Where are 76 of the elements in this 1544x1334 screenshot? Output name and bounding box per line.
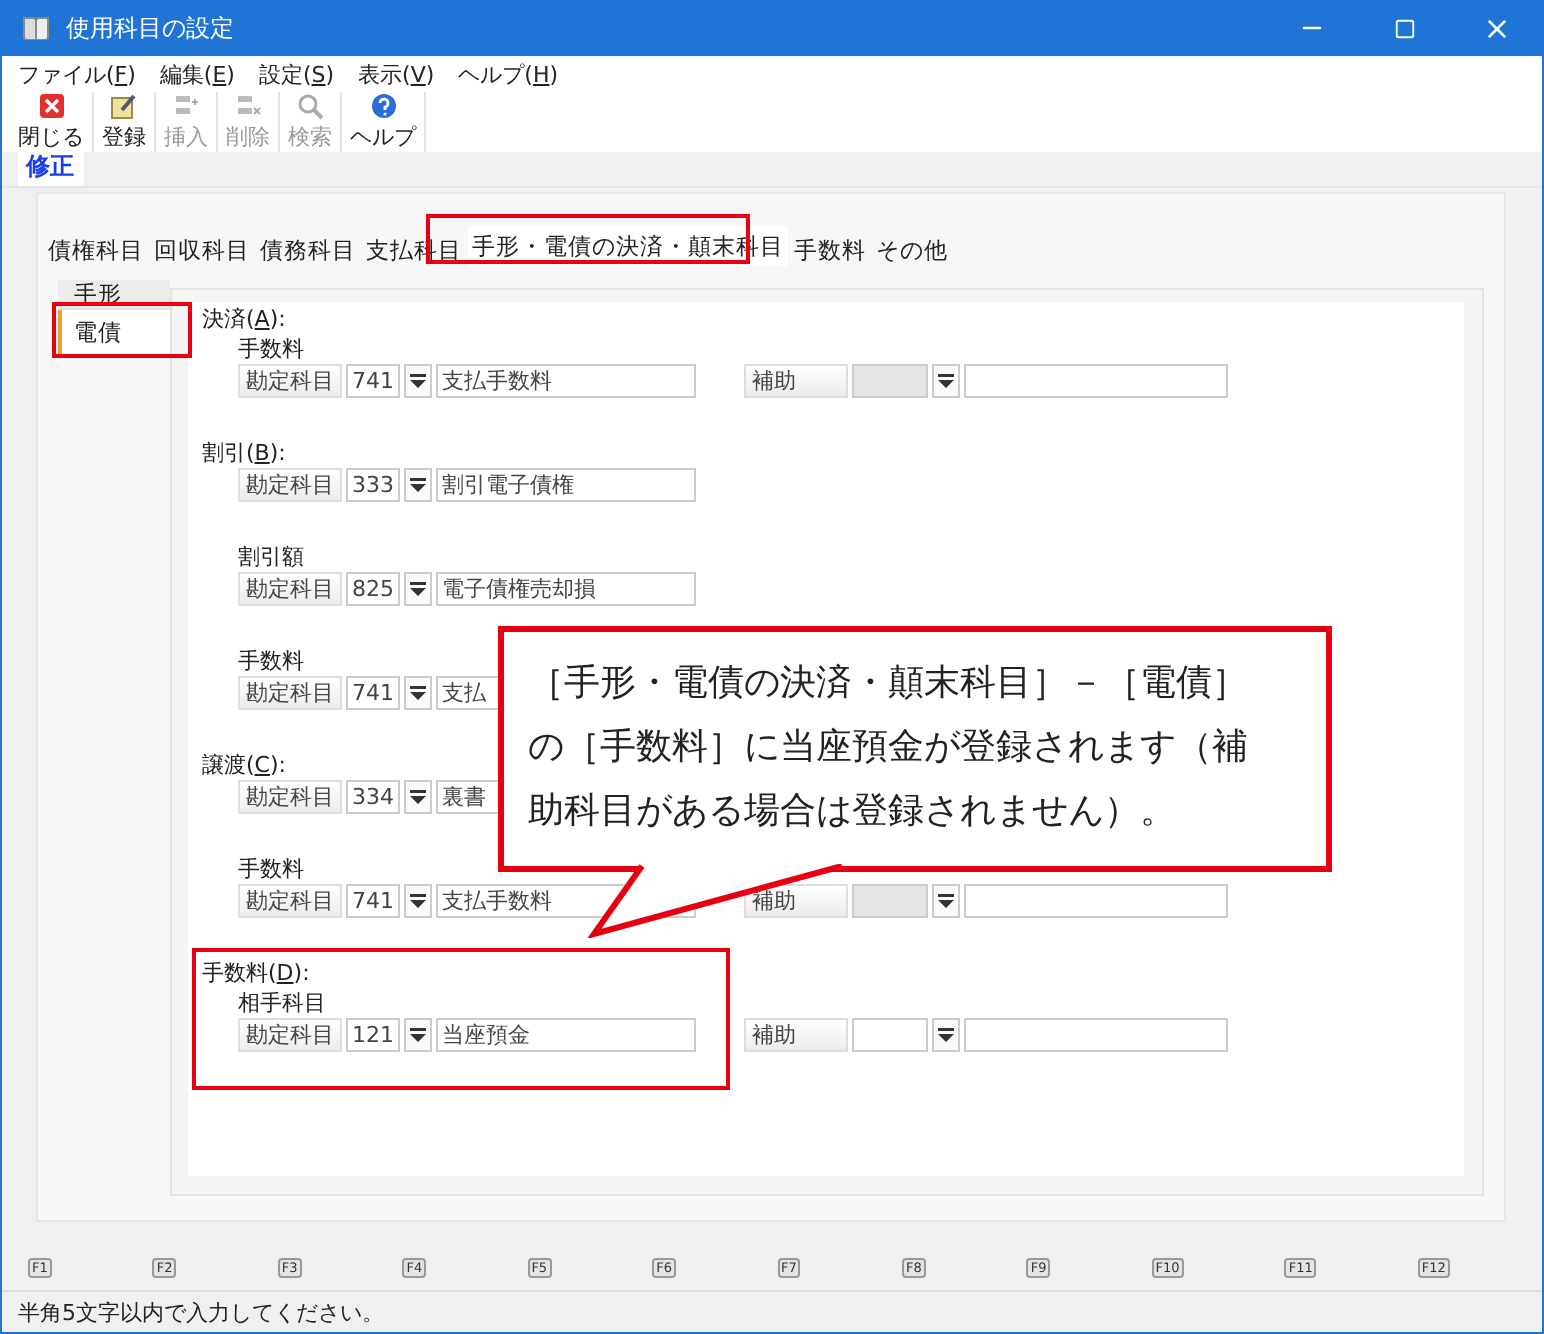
account-name-field[interactable]: 電子債権売却損 [436,572,696,606]
tab[interactable]: その他 [872,234,952,266]
code-field[interactable]: 741 [346,676,400,710]
account-name-field[interactable]: 割引電子債権 [436,468,696,502]
tab[interactable]: 回収科目 [150,234,254,266]
mode-tab[interactable]: 修正 [18,150,84,186]
highlight-frame [52,302,192,358]
code-field[interactable]: 333 [346,468,400,502]
menu-item[interactable]: 表示(V) [358,59,435,89]
caret-icon [938,894,954,908]
field-label: 勘定科目 [238,884,342,918]
dropdown-button[interactable] [404,364,432,398]
sub-name-field[interactable] [964,364,1228,398]
code-field[interactable]: 741 [346,364,400,398]
caret-icon [410,374,426,388]
side-tab[interactable]: 電債 [58,310,170,356]
dropdown-button[interactable] [932,884,960,918]
dropdown-button[interactable] [404,1018,432,1052]
field-label: 勘定科目 [238,780,342,814]
code-field[interactable]: 334 [346,780,400,814]
menu-item[interactable]: 設定(S) [258,59,335,89]
tab[interactable]: 債務科目 [256,234,360,266]
delete-row-icon [234,92,262,120]
field-label: 勘定科目 [238,468,342,502]
section-heading: 手数料(D): [202,958,310,988]
dropdown-button[interactable] [932,1018,960,1052]
code-field[interactable]: 825 [346,572,400,606]
account-name-field[interactable]: 当座預金 [436,1018,696,1052]
field-group-label: 割引額 [238,542,304,572]
tab[interactable]: 手数料 [790,234,870,266]
field-label: 補助 [744,1018,848,1052]
dropdown-button[interactable] [404,572,432,606]
dropdown-button[interactable] [404,468,432,502]
caret-icon [410,478,426,492]
code-field[interactable]: 741 [346,884,400,918]
caret-icon [410,686,426,700]
caret-icon [410,1028,426,1042]
section-heading: 譲渡(C): [202,750,286,780]
caret-icon [410,582,426,596]
dropdown-button[interactable] [932,364,960,398]
tab[interactable]: 債権科目 [44,234,148,266]
sub-name-field[interactable] [964,1018,1228,1052]
menu-item[interactable]: ファイル(F) [18,59,136,89]
notepad-pencil-icon [110,92,138,120]
dropdown-button[interactable] [404,676,432,710]
account-name-field[interactable]: 支払手数料 [436,364,696,398]
field-group-label: 手数料 [238,334,304,364]
caret-icon [938,1028,954,1042]
section-heading: 決済(A): [202,304,286,334]
field-group-label: 手数料 [238,646,304,676]
app-icon [22,16,50,40]
field-label: 補助 [744,884,848,918]
callout-text: ［手形・電債の決済・顛末科目］－［電債］ の［手数料］に当座預金が登録されます（補 助科目がある場合は登録されません）。 [528,660,1248,836]
window-title: 使用科目の設定 [66,11,236,45]
field-label: 勘定科目 [238,364,342,398]
field-label: 補助 [744,364,848,398]
sub-code-field[interactable] [852,1018,928,1052]
menu-item[interactable]: 編集(E) [159,59,235,89]
dropdown-button[interactable] [404,780,432,814]
field-group-label: 手数料 [238,854,304,884]
caret-icon [410,790,426,804]
section-heading: 割引(B): [202,438,286,468]
code-field[interactable]: 121 [346,1018,400,1052]
menu-item[interactable]: ヘルプ(H) [458,59,559,89]
search-icon [296,92,324,120]
caret-icon [938,374,954,388]
field-label: 勘定科目 [238,1018,342,1052]
dropdown-button[interactable] [404,884,432,918]
sub-name-field[interactable] [964,884,1228,918]
field-group-label: 相手科目 [238,988,326,1018]
status-text: 半角5文字以内で入力してください。 [18,1297,384,1327]
caret-icon [410,894,426,908]
field-label: 勘定科目 [238,572,342,606]
insert-row-icon [172,92,200,120]
maximize-icon [1393,17,1415,39]
field-label: 勘定科目 [238,676,342,710]
